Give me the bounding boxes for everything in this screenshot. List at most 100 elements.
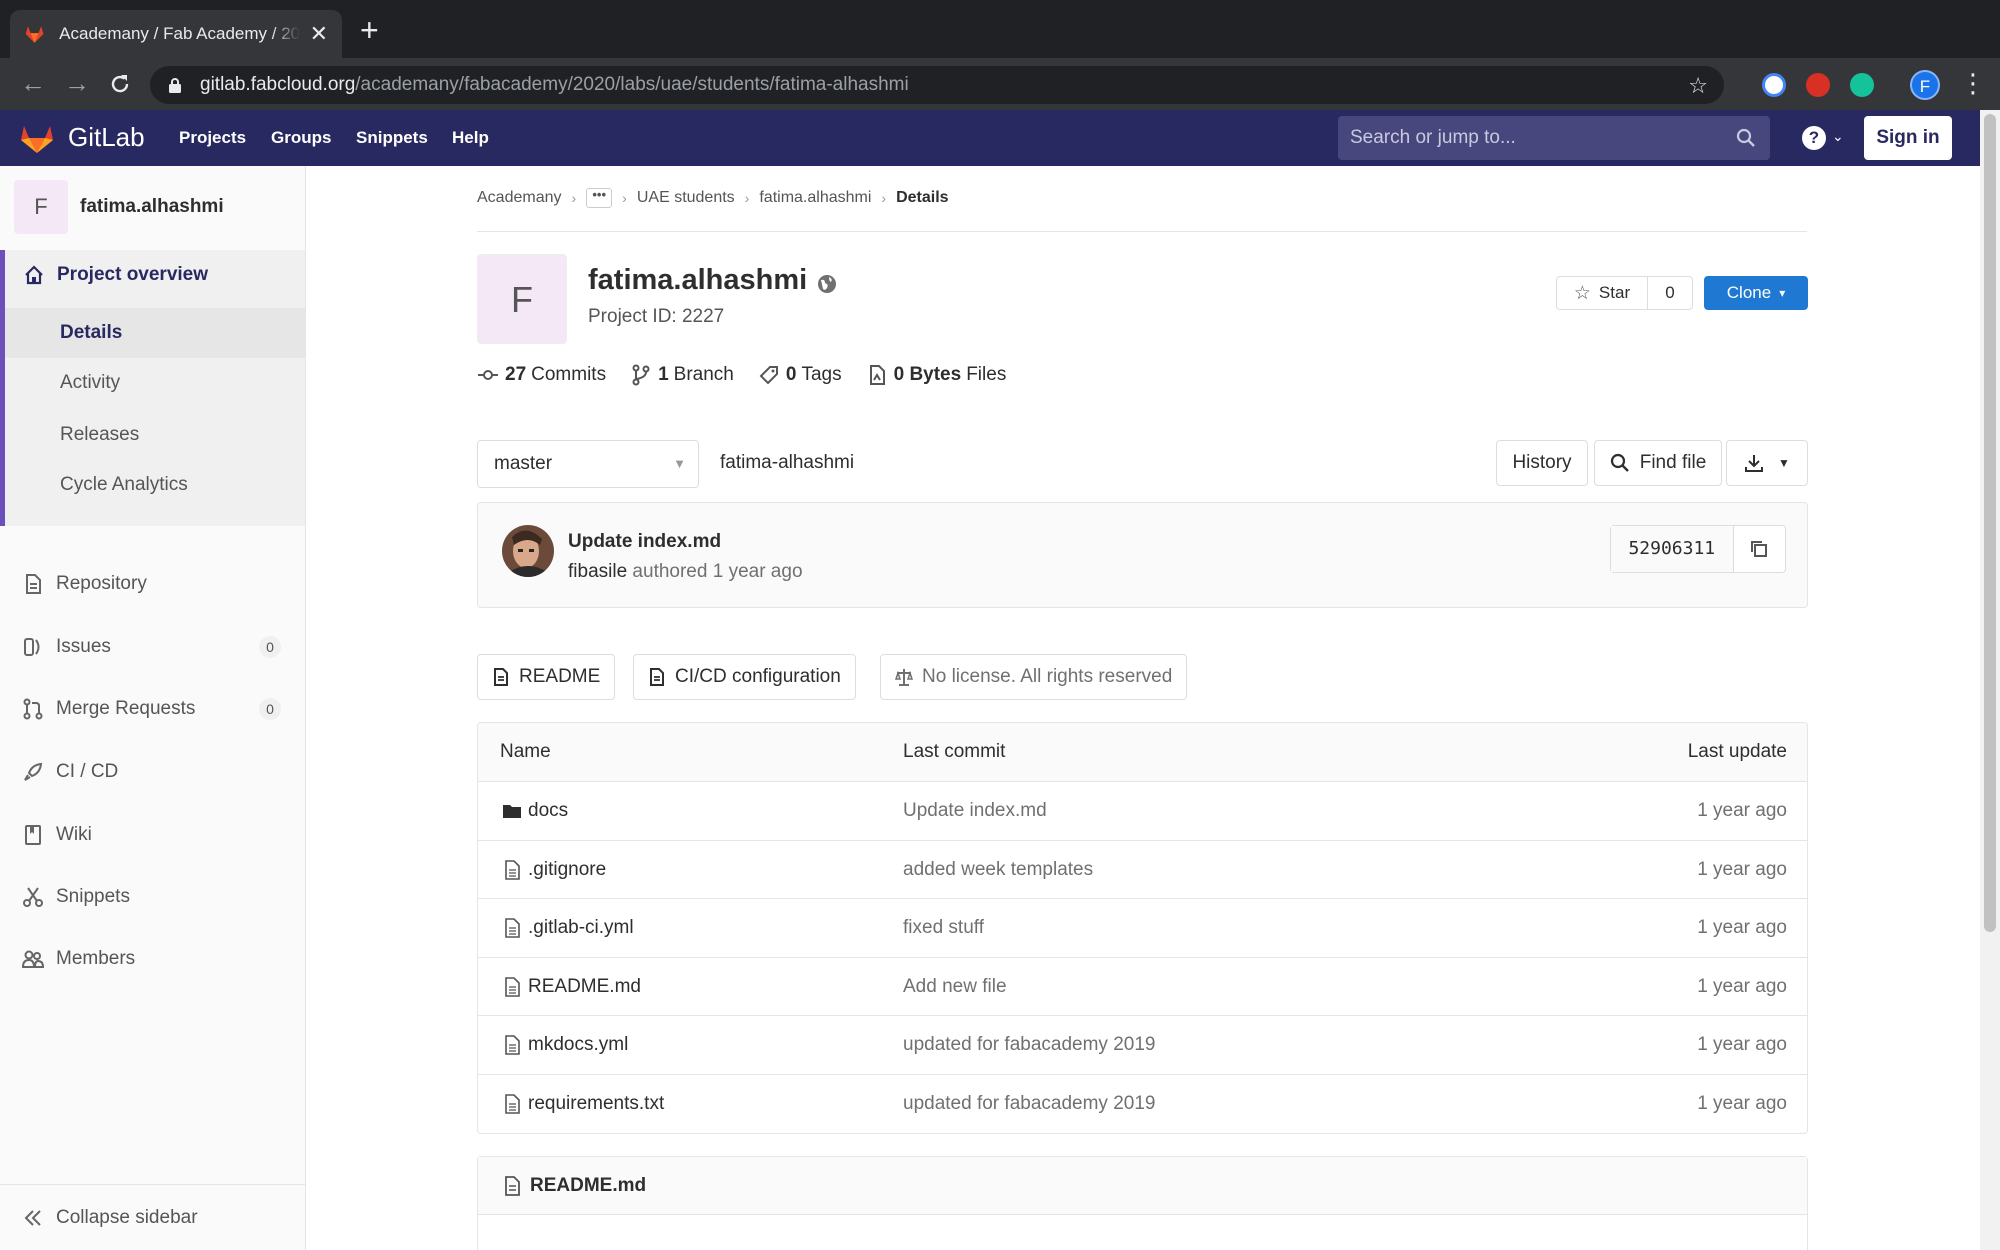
- sidebar-item-releases[interactable]: Releases: [5, 410, 310, 460]
- nav-projects[interactable]: Projects: [179, 128, 246, 148]
- document-icon: [494, 668, 508, 686]
- file-last-commit[interactable]: updated for fabacademy 2019: [903, 1093, 1155, 1115]
- sidebar-item-members[interactable]: Members: [0, 934, 305, 984]
- readme-button[interactable]: README: [477, 654, 616, 700]
- close-tab-icon[interactable]: ✕: [310, 21, 328, 47]
- files-stat[interactable]: 0 Bytes Files: [866, 364, 1007, 386]
- reload-icon[interactable]: [108, 72, 132, 96]
- nav-help[interactable]: Help: [452, 128, 489, 148]
- sidebar-project-name[interactable]: fatima.alhashmi: [80, 196, 224, 218]
- sidebar-item-repository[interactable]: Repository: [0, 559, 305, 609]
- bookmark-star-icon[interactable]: ☆: [1688, 73, 1708, 99]
- new-tab-icon[interactable]: +: [360, 14, 379, 46]
- sidebar-item-activity[interactable]: Activity: [5, 358, 310, 408]
- file-icon: [505, 859, 520, 880]
- breadcrumb-academany[interactable]: Academany: [477, 189, 562, 207]
- readme-panel-title[interactable]: README.md: [530, 1175, 646, 1197]
- file-name[interactable]: .gitignore: [528, 859, 606, 881]
- file-name[interactable]: docs: [528, 800, 568, 822]
- chevron-right-icon: ›: [881, 190, 887, 206]
- file-last-commit[interactable]: Update index.md: [903, 800, 1047, 822]
- file-name[interactable]: requirements.txt: [528, 1093, 664, 1115]
- gitlab-brand[interactable]: GitLab: [68, 122, 145, 153]
- nav-groups[interactable]: Groups: [271, 128, 331, 148]
- author-avatar[interactable]: [502, 525, 554, 577]
- commits-stat[interactable]: 27 Commits: [477, 364, 606, 386]
- table-row[interactable]: README.md Add new file 1 year ago: [478, 956, 1807, 1015]
- sidebar-item-label: Members: [56, 948, 136, 969]
- table-row[interactable]: .gitignore added week templates 1 year ago: [478, 839, 1807, 898]
- merge-request-icon: [23, 698, 43, 720]
- breadcrumb: Academany › ••• › UAE students › fatima.…: [477, 188, 949, 208]
- table-row[interactable]: docs Update index.md 1 year ago: [478, 781, 1807, 839]
- search-input[interactable]: Search or jump to...: [1338, 116, 1770, 160]
- address-bar[interactable]: gitlab.fabcloud.org/academany/fabacademy…: [150, 66, 1724, 104]
- file-last-commit[interactable]: Add new file: [903, 976, 1007, 998]
- extension-grammarly-icon[interactable]: [1850, 73, 1874, 97]
- sidebar-item-wiki[interactable]: Wiki: [0, 810, 305, 860]
- extension-adblock-icon[interactable]: [1806, 73, 1830, 97]
- extension-blocker-icon[interactable]: [1762, 73, 1786, 97]
- sidebar-item-label: Details: [60, 322, 123, 343]
- sidebar-item-details[interactable]: Details: [5, 308, 305, 358]
- breadcrumb-project[interactable]: fatima.alhashmi: [759, 189, 871, 207]
- commit-author[interactable]: fibasile: [568, 561, 627, 582]
- tags-stat[interactable]: 0 Tags: [758, 364, 842, 386]
- file-last-commit[interactable]: updated for fabacademy 2019: [903, 1034, 1155, 1056]
- sidebar-item-label: Repository: [56, 573, 147, 594]
- help-icon[interactable]: ?: [1802, 126, 1826, 150]
- table-row[interactable]: requirements.txt updated for fabacademy 2…: [478, 1073, 1807, 1132]
- file-icon: [505, 976, 520, 997]
- tag-icon: [759, 366, 778, 385]
- scrollbar-thumb[interactable]: [1984, 114, 1996, 932]
- browser-tab[interactable]: Academany / Fab Academy / 2020 / Labs / …: [10, 10, 342, 58]
- file-name[interactable]: mkdocs.yml: [528, 1034, 628, 1056]
- page-scrollbar[interactable]: [1980, 110, 2000, 1250]
- profile-avatar[interactable]: F: [1910, 70, 1940, 100]
- forward-icon[interactable]: →: [64, 70, 90, 96]
- table-row[interactable]: .gitlab-ci.yml fixed stuff 1 year ago: [478, 898, 1807, 956]
- file-name[interactable]: .gitlab-ci.yml: [528, 917, 634, 939]
- files-label: Files: [966, 364, 1007, 385]
- sidebar-item-cycle-analytics[interactable]: Cycle Analytics: [5, 460, 310, 510]
- breadcrumb-expand-button[interactable]: •••: [586, 188, 613, 208]
- breadcrumb-current[interactable]: Details: [896, 189, 948, 207]
- history-button[interactable]: History: [1496, 440, 1588, 486]
- ci-cd-configuration-button[interactable]: CI/CD configuration: [633, 654, 856, 700]
- license-button[interactable]: No license. All rights reserved: [880, 654, 1188, 700]
- clone-button[interactable]: Clone ▾: [1704, 276, 1808, 310]
- issues-icon: [24, 638, 40, 656]
- find-file-button[interactable]: Find file: [1594, 440, 1722, 486]
- branch-select[interactable]: master ▼: [477, 440, 699, 488]
- chevron-down-icon[interactable]: ⌄: [1832, 128, 1844, 145]
- sidebar-item-ci-cd[interactable]: CI / CD: [0, 747, 305, 797]
- repo-path[interactable]: fatima-alhashmi: [720, 452, 854, 474]
- browser-menu-icon[interactable]: ⋮: [1960, 70, 1986, 96]
- sidebar-item-snippets[interactable]: Snippets: [0, 872, 305, 922]
- sign-in-button[interactable]: Sign in: [1864, 116, 1952, 160]
- file-name[interactable]: README.md: [528, 976, 641, 998]
- sidebar-item-merge-requests[interactable]: Merge Requests 0: [0, 684, 305, 734]
- book-icon: [25, 825, 41, 845]
- branches-stat[interactable]: 1 Branch: [630, 364, 734, 386]
- download-button[interactable]: ▼: [1726, 440, 1808, 486]
- table-row[interactable]: mkdocs.yml updated for fabacademy 2019 1 y…: [478, 1015, 1807, 1073]
- commit-title[interactable]: Update index.md: [568, 531, 721, 553]
- project-avatar[interactable]: F: [14, 180, 68, 234]
- file-last-commit[interactable]: added week templates: [903, 859, 1093, 881]
- collapse-sidebar-button[interactable]: Collapse sidebar: [0, 1184, 305, 1250]
- back-icon[interactable]: ←: [20, 70, 46, 96]
- commit-sha[interactable]: 52906311: [1611, 526, 1734, 572]
- gitlab-logo-icon[interactable]: [20, 122, 54, 154]
- commit-icon: [478, 370, 498, 380]
- nav-snippets[interactable]: Snippets: [356, 128, 428, 148]
- column-name-header: Name: [500, 741, 551, 762]
- sidebar-item-project-overview[interactable]: Project overview: [5, 250, 310, 300]
- star-count[interactable]: 0: [1648, 277, 1692, 309]
- chevron-right-icon: ›: [744, 190, 750, 206]
- star-button[interactable]: ☆ Star: [1557, 277, 1648, 309]
- copy-sha-button[interactable]: [1734, 526, 1785, 572]
- file-last-commit[interactable]: fixed stuff: [903, 917, 984, 939]
- sidebar-item-issues[interactable]: Issues 0: [0, 622, 305, 672]
- breadcrumb-uae-students[interactable]: UAE students: [637, 189, 735, 207]
